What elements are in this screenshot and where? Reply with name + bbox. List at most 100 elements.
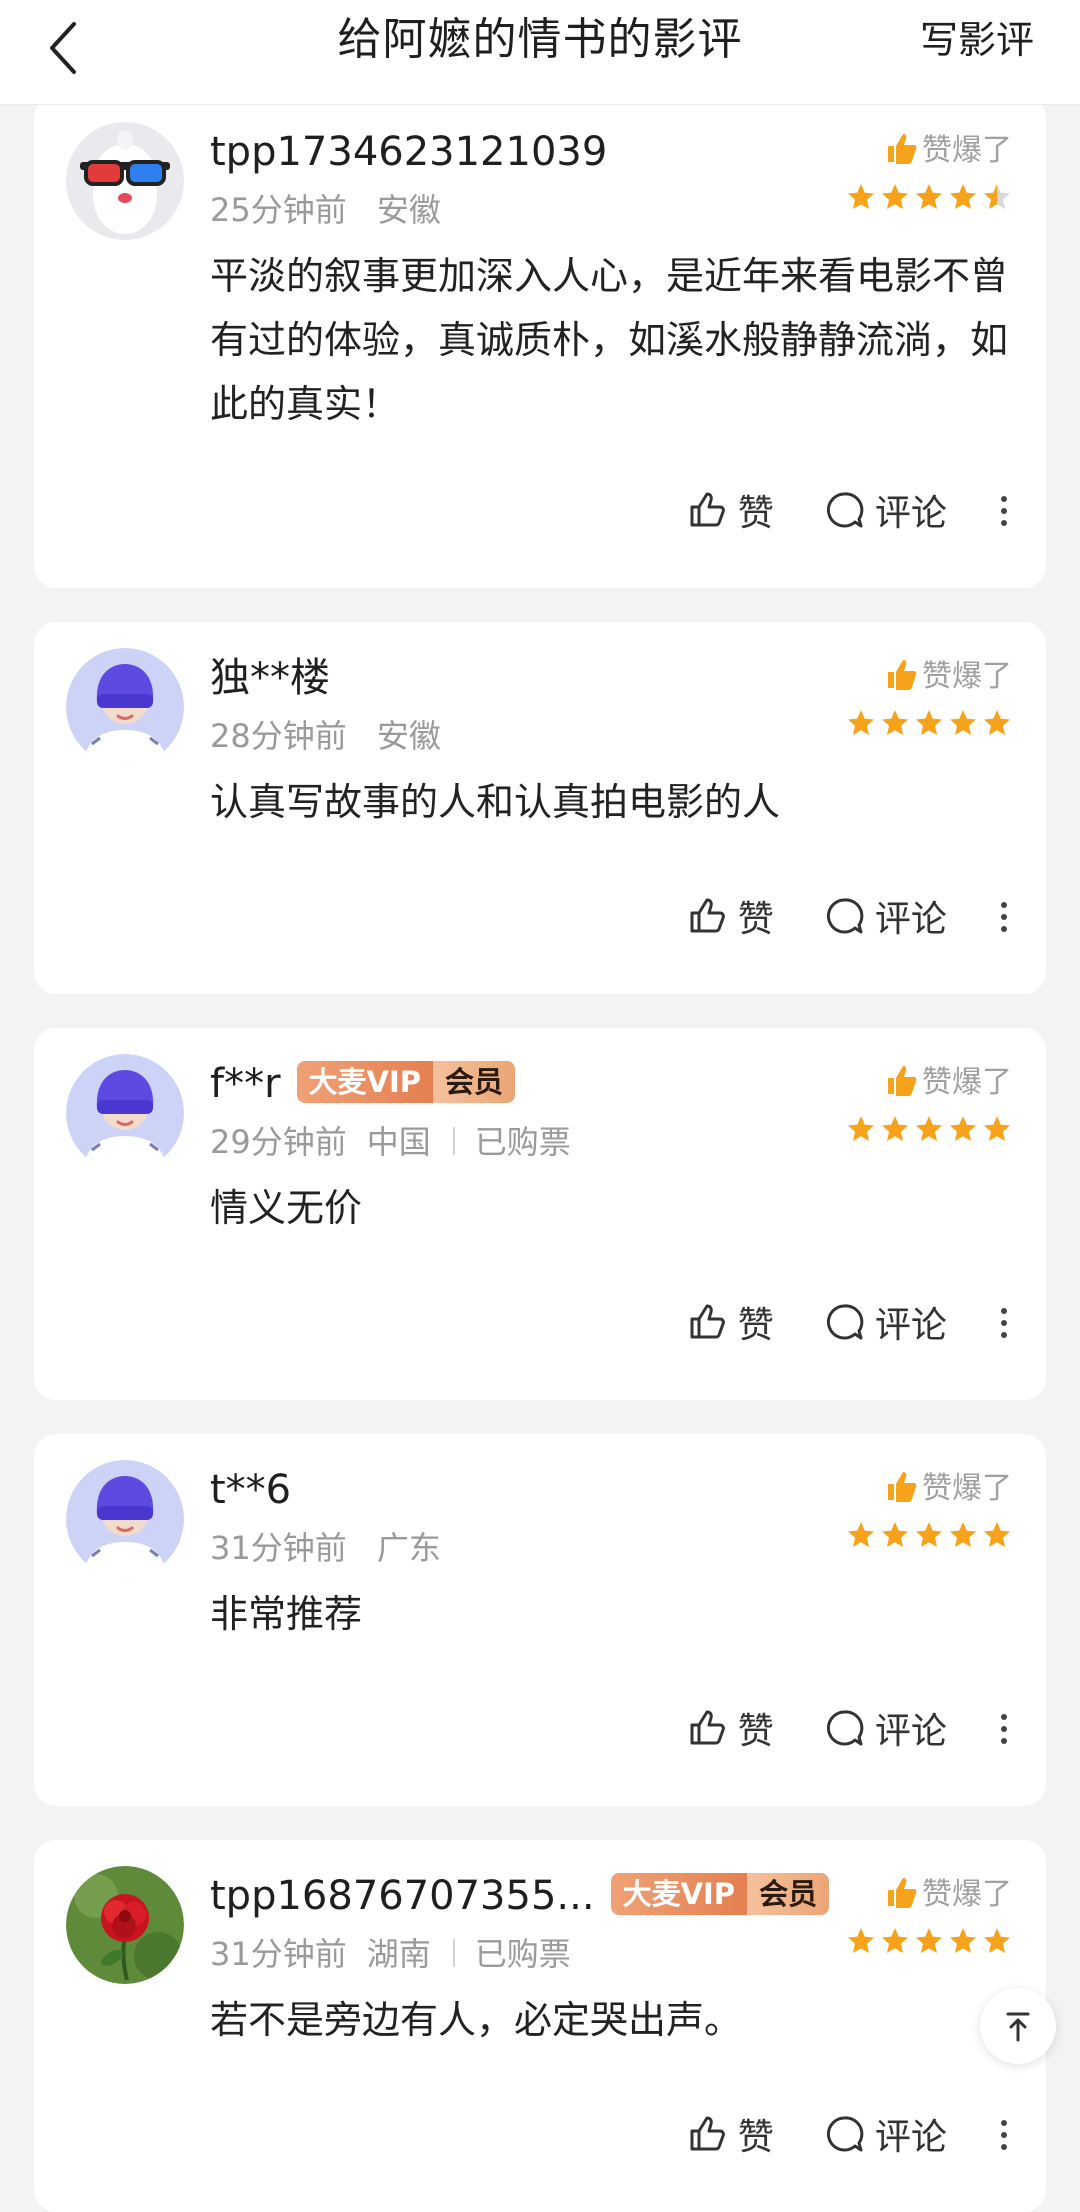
thumbs-up-filled-icon [888, 659, 917, 690]
meta-divider [452, 1127, 455, 1155]
comment-button[interactable]: 评论 [823, 886, 947, 946]
praise-tag: 赞爆了 [884, 654, 1012, 700]
like-label: 赞 [737, 1305, 774, 1346]
praise-label: 赞爆了 [922, 1471, 1012, 1506]
review-region: 广东 [376, 1529, 441, 1567]
thumbs-up-filled-icon [888, 1877, 917, 1908]
like-button[interactable]: 赞 [686, 886, 774, 946]
user-name[interactable]: t**6 [210, 1462, 291, 1518]
review-meta: 28分钟前 安徽 [210, 712, 461, 760]
star-full-icon [880, 708, 910, 738]
thumbs-up-icon [690, 492, 725, 527]
like-label: 赞 [737, 493, 774, 534]
star-rating [842, 1926, 1012, 1962]
review-card: tpp16876707355... 大麦VIP 会员 31分钟前 湖南 已购票 赞爆了 … [34, 1840, 1046, 2212]
review-time: 28分钟前 [210, 717, 347, 755]
review-region: 安徽 [376, 717, 441, 755]
comment-bubble-icon [826, 1304, 864, 1340]
comment-button[interactable]: 评论 [823, 2104, 947, 2164]
chevron-left-icon [50, 22, 76, 74]
more-button[interactable] [996, 1699, 1012, 1759]
comment-label: 评论 [874, 493, 947, 534]
like-button[interactable]: 赞 [686, 1292, 774, 1352]
star-full-icon [948, 182, 978, 212]
star-full-icon [846, 708, 876, 738]
ticket-status: 已购票 [474, 1123, 571, 1161]
thumbs-up-filled-icon [888, 133, 917, 164]
star-full-icon [846, 1926, 876, 1956]
review-time: 25分钟前 [210, 191, 347, 229]
review-content[interactable]: 非常推荐 [210, 1582, 1020, 1646]
thumbs-up-filled-icon [888, 1471, 917, 1502]
user-name[interactable]: tpp16876707355... [210, 1873, 595, 1919]
comment-button[interactable]: 评论 [823, 1292, 947, 1352]
comment-label: 评论 [874, 1305, 947, 1346]
user-name[interactable]: tpp1734623121039 [210, 124, 607, 180]
like-button[interactable]: 赞 [686, 1698, 774, 1758]
praise-tag: 赞爆了 [884, 128, 1012, 174]
vip-badge: 大麦VIP 会员 [296, 1061, 516, 1103]
member-label: 会员 [747, 1873, 830, 1915]
more-button[interactable] [996, 481, 1012, 541]
avatar[interactable] [66, 122, 184, 240]
thumbs-up-icon [690, 898, 725, 933]
avatar[interactable] [66, 1460, 184, 1578]
write-review-button[interactable]: 写影评 [920, 0, 1034, 80]
star-full-icon [982, 1114, 1012, 1144]
review-content[interactable]: 平淡的叙事更加深入人心，是近年来看电影不曾有过的体验，真诚质朴，如溪水般静静流淌… [210, 244, 1020, 436]
praise-label: 赞爆了 [922, 659, 1012, 694]
comment-button[interactable]: 评论 [823, 1698, 947, 1758]
thumbs-up-icon [690, 2116, 725, 2151]
like-label: 赞 [737, 1711, 774, 1752]
like-label: 赞 [737, 2117, 774, 2158]
comment-button[interactable]: 评论 [823, 480, 947, 540]
star-rating [842, 1114, 1012, 1150]
user-name[interactable]: f**r [210, 1061, 281, 1107]
default-user-avatar-icon [66, 648, 184, 766]
review-card: t**6 31分钟前 广东 赞爆了 非常推荐 赞 评论 [34, 1434, 1046, 1806]
review-content[interactable]: 认真写故事的人和认真拍电影的人 [210, 770, 1020, 834]
more-vertical-icon [1001, 496, 1007, 526]
thumbs-up-filled-icon [888, 1065, 917, 1096]
meta-divider [452, 1939, 455, 1967]
star-rating [842, 708, 1012, 744]
page-title: 给阿嬷的情书的影评 [337, 14, 743, 65]
comment-label: 评论 [874, 899, 947, 940]
star-full-icon [948, 1520, 978, 1550]
default-user-avatar-icon [66, 1460, 184, 1578]
review-content[interactable]: 情义无价 [210, 1176, 1020, 1240]
vip-label: 大麦VIP [296, 1061, 434, 1103]
like-button[interactable]: 赞 [686, 2104, 774, 2164]
star-full-icon [880, 182, 910, 212]
review-meta: 25分钟前 安徽 [210, 186, 461, 234]
thumbs-up-icon [690, 1304, 725, 1339]
avatar[interactable] [66, 648, 184, 766]
review-actions: 赞 评论 [642, 1292, 1012, 1352]
back-button[interactable] [40, 16, 88, 80]
more-button[interactable] [996, 887, 1012, 947]
review-actions: 赞 评论 [642, 480, 1012, 540]
back-to-top-button[interactable] [980, 1988, 1056, 2064]
star-full-icon [982, 1926, 1012, 1956]
avatar[interactable] [66, 1866, 184, 1984]
more-button[interactable] [996, 2105, 1012, 2165]
user-name-row: f**r 大麦VIP 会员 [210, 1056, 516, 1112]
more-vertical-icon [1001, 1714, 1007, 1744]
comment-bubble-icon [826, 1710, 864, 1746]
praise-label: 赞爆了 [922, 1065, 1012, 1100]
star-full-icon [846, 182, 876, 212]
praise-tag: 赞爆了 [884, 1466, 1012, 1512]
review-content[interactable]: 若不是旁边有人，必定哭出声。 [210, 1988, 1020, 2052]
avatar[interactable] [66, 1054, 184, 1172]
star-full-icon [846, 1520, 876, 1550]
like-button[interactable]: 赞 [686, 480, 774, 540]
user-name[interactable]: 独**楼 [210, 650, 330, 706]
more-button[interactable] [996, 1293, 1012, 1353]
star-full-icon [880, 1114, 910, 1144]
star-full-icon [948, 1926, 978, 1956]
comment-bubble-icon [826, 492, 864, 528]
praise-tag: 赞爆了 [884, 1872, 1012, 1918]
star-full-icon [880, 1926, 910, 1956]
comment-label: 评论 [874, 1711, 947, 1752]
review-card: f**r 大麦VIP 会员 29分钟前 中国 已购票 赞爆了 情义无价 赞 评论 [34, 1028, 1046, 1400]
